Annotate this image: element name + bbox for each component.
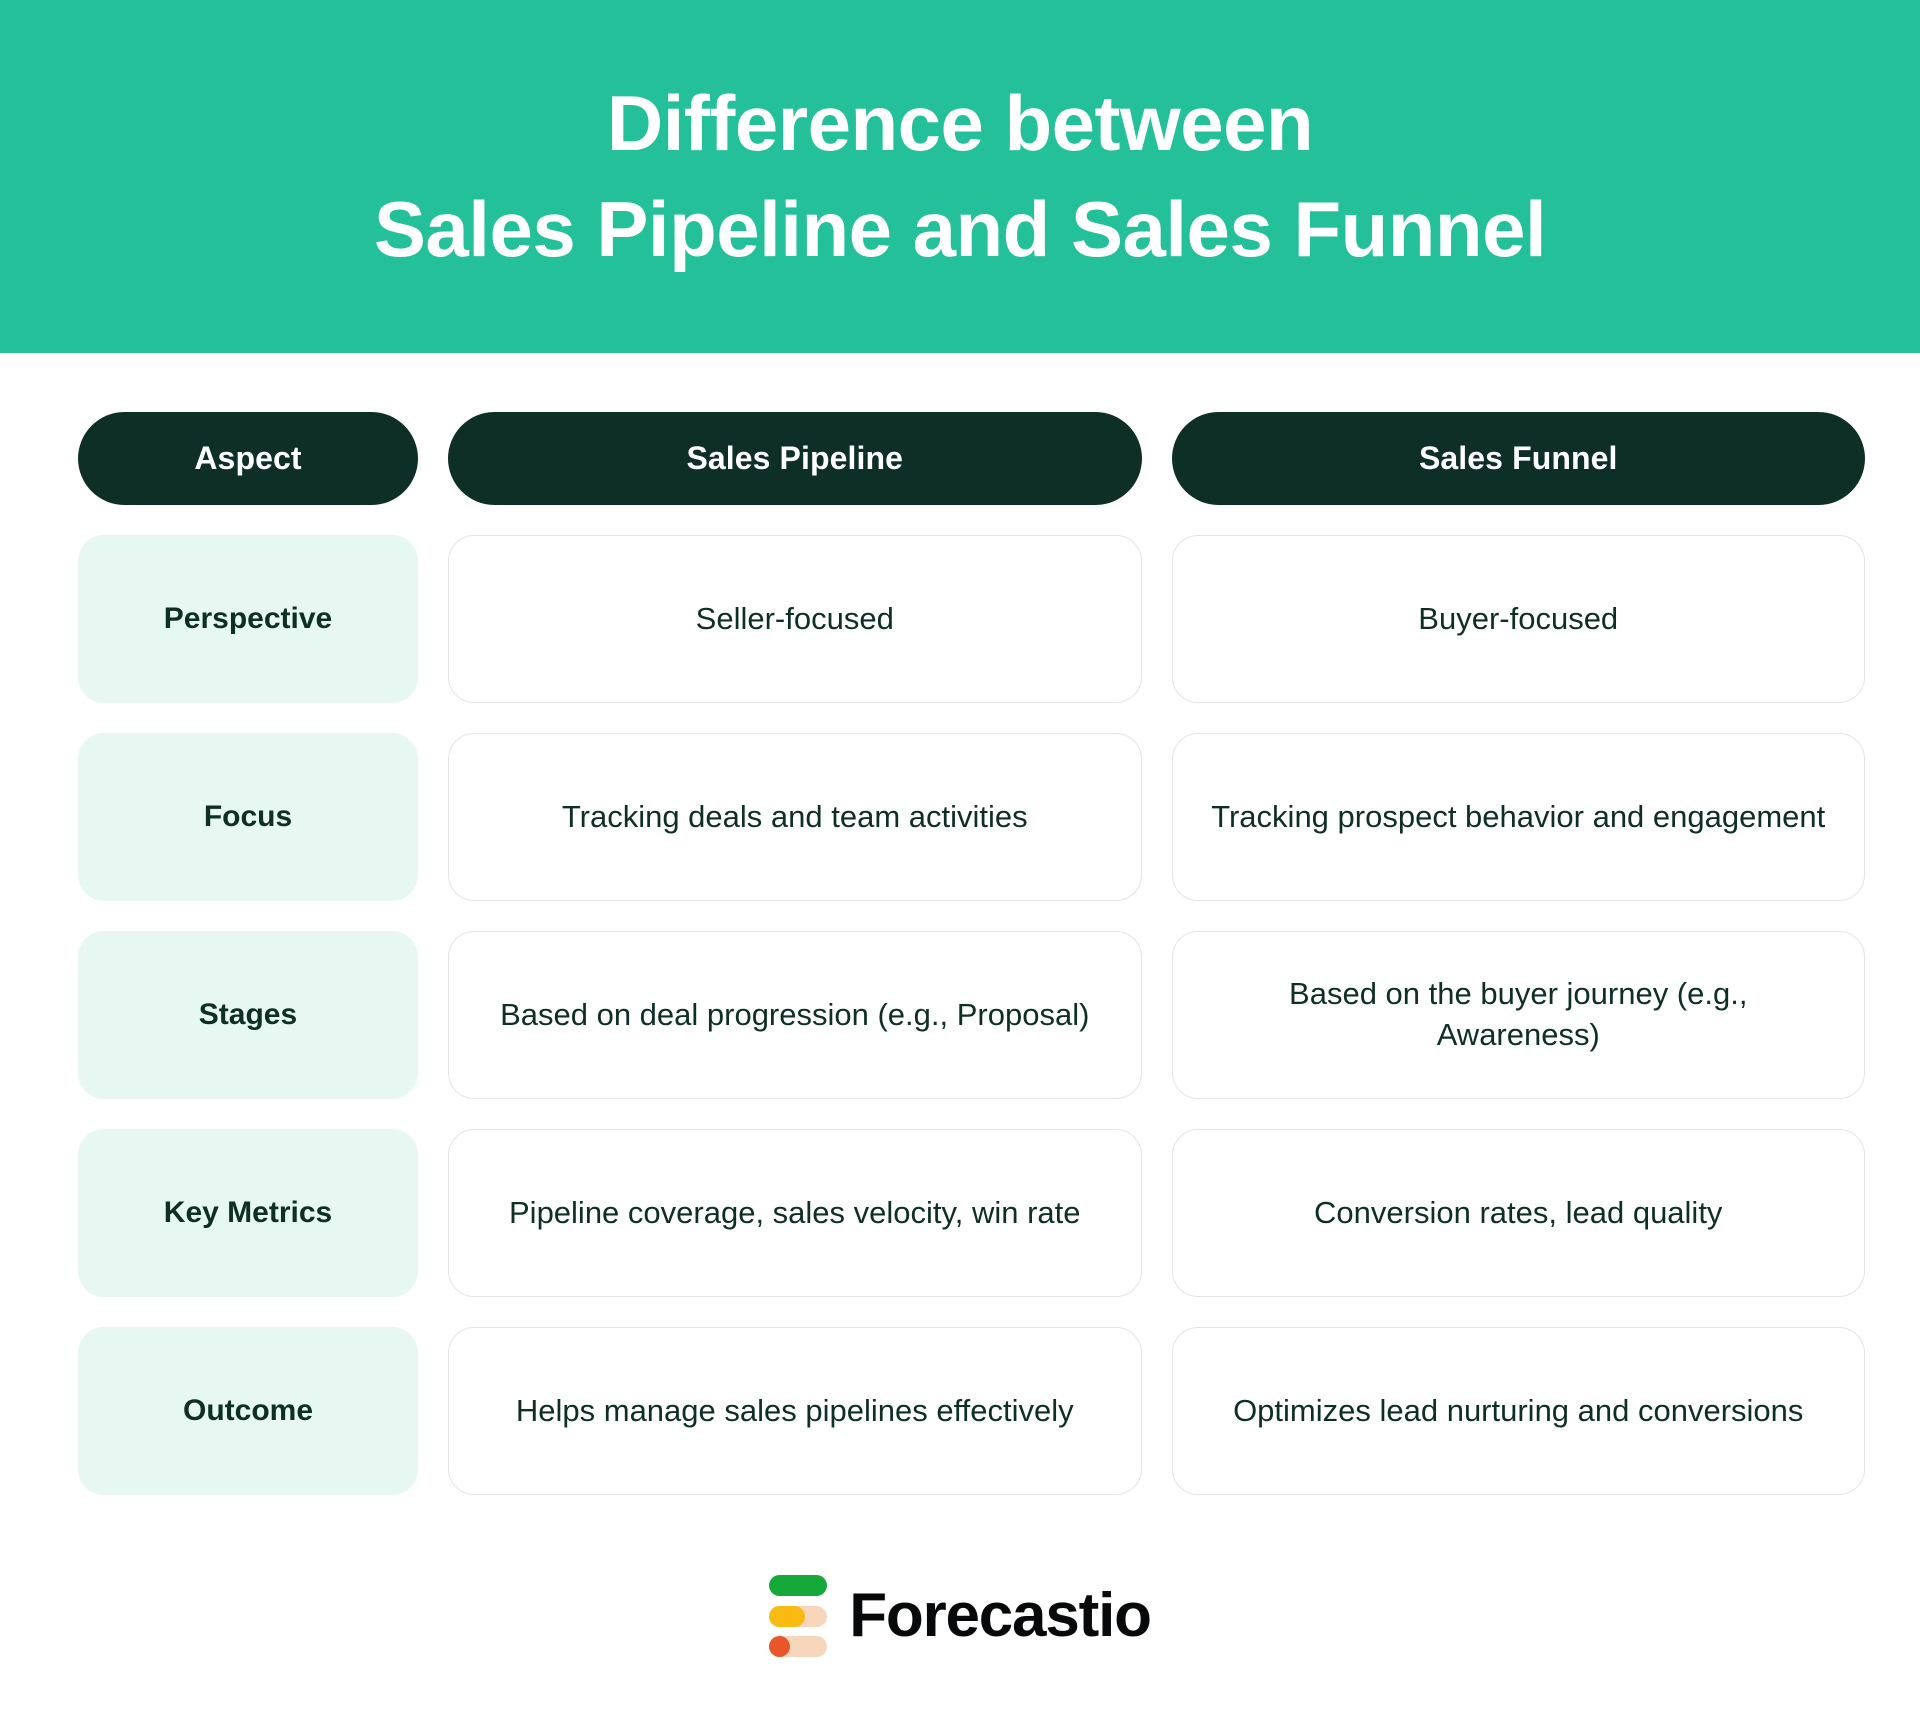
cell-pipeline-outcome: Helps manage sales pipelines effectively [448,1327,1142,1495]
cell-funnel-stages: Based on the buyer journey (e.g., Awaren… [1171,931,1865,1099]
aspect-label-key-metrics: Key Metrics [78,1129,418,1297]
logo-bar-orange-fill [769,1636,791,1657]
cell-value-text: Based on the buyer journey (e.g., Awaren… [1289,976,1748,1052]
column-header-sales-funnel-label: Sales Funnel [1418,440,1618,477]
cell-pipeline-key-metrics: Pipeline coverage, sales velocity, win r… [448,1129,1142,1297]
cell-value-text: Based on deal progression (e.g., Proposa… [500,996,1090,1032]
column-header-aspect: Aspect [78,412,418,505]
cell-funnel-outcome: Optimizes lead nurturing and conversions [1171,1327,1865,1495]
cell-value-text: Tracking prospect behavior and engagemen… [1211,798,1826,834]
cell-value-text: Tracking deals and team activities [561,798,1028,834]
cell-value-text: Optimizes lead nurturing and conversions [1233,1392,1804,1428]
table-row: Key Metrics Pipeline coverage, sales vel… [78,1129,1865,1297]
cell-pipeline-perspective: Seller-focused [448,535,1142,703]
aspect-label-text: Stages [198,998,298,1032]
table-row: Focus Tracking deals and team activities… [78,733,1865,901]
cell-pipeline-stages: Based on deal progression (e.g., Proposa… [448,931,1142,1099]
aspect-label-perspective: Perspective [78,535,418,703]
column-header-aspect-label: Aspect [194,440,302,477]
table-row: Stages Based on deal progression (e.g., … [78,931,1865,1099]
logo-bar-yellow-fill [769,1605,806,1627]
comparison-table: Aspect Sales Pipeline Sales Funnel Persp… [78,412,1865,1495]
cell-value-text: Helps manage sales pipelines effectively [515,1392,1074,1428]
cell-value-text: Buyer-focused [1418,600,1619,636]
brand-name: Forecastio [849,1581,1152,1650]
aspect-label-text: Outcome [182,1394,314,1428]
logo-bar-orange-track [769,1636,828,1657]
cell-funnel-perspective: Buyer-focused [1171,535,1865,703]
aspect-label-stages: Stages [78,931,418,1099]
aspect-label-text: Key Metrics [163,1196,333,1230]
infographic-page: Difference between Sales Pipeline and Sa… [0,0,1920,1729]
cell-funnel-key-metrics: Conversion rates, lead quality [1171,1129,1865,1297]
table-row: Perspective Seller-focused Buyer-focused [78,535,1865,703]
aspect-label-text: Perspective [163,602,333,636]
logo-bar-yellow-track [769,1605,828,1627]
forecastio-logo-icon [769,1575,828,1657]
aspect-label-focus: Focus [78,733,418,901]
aspect-label-outcome: Outcome [78,1327,418,1495]
cell-value-text: Pipeline coverage, sales velocity, win r… [509,1194,1081,1230]
header-banner: Difference between Sales Pipeline and Sa… [0,0,1920,353]
table-row: Outcome Helps manage sales pipelines eff… [78,1327,1865,1495]
column-header-sales-funnel: Sales Funnel [1171,412,1865,505]
cell-pipeline-focus: Tracking deals and team activities [448,733,1142,901]
page-title-line-2: Sales Pipeline and Sales Funnel [373,184,1547,273]
cell-value-text: Seller-focused [695,600,894,636]
column-header-sales-pipeline: Sales Pipeline [448,412,1142,505]
footer-brand: Forecastio [0,1575,1920,1657]
logo-bar-green [769,1575,828,1596]
column-header-sales-pipeline-label: Sales Pipeline [686,440,904,477]
cell-value-text: Conversion rates, lead quality [1314,1194,1723,1230]
table-header-row: Aspect Sales Pipeline Sales Funnel [78,412,1865,505]
cell-funnel-focus: Tracking prospect behavior and engagemen… [1171,733,1865,901]
aspect-label-text: Focus [203,800,293,834]
page-title-line-1: Difference between [606,79,1314,168]
